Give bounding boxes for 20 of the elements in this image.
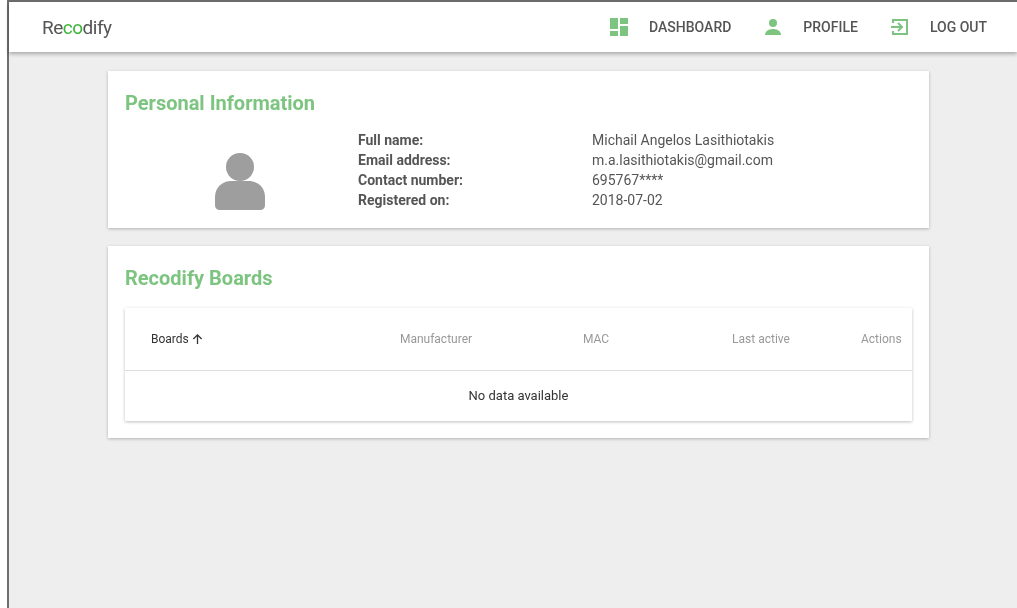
field-label: Registered on: [358, 191, 451, 209]
field-label: Full name: [358, 131, 425, 149]
field-value: 695767**** [592, 171, 665, 189]
field-value: 2018-07-02 [592, 191, 664, 209]
empty-message: No data available [468, 388, 569, 403]
dashboard-icon [609, 17, 630, 37]
field-label: Email address: [358, 151, 452, 169]
field-value: Michail Angelos Lasithiotakis [592, 131, 775, 149]
logo: Recodify [42, 15, 112, 39]
logout-icon [889, 17, 910, 37]
section-title: Personal Information [125, 91, 317, 115]
nav-button[interactable]: DASHBOARD [601, 11, 740, 43]
section-title: Recodify Boards [125, 266, 274, 290]
sort-arrow-icon [191, 333, 203, 345]
field-label: Contact number: [358, 171, 464, 189]
nav-button[interactable]: PROFILE [755, 11, 866, 43]
nav-button[interactable]: LOG OUT [881, 11, 995, 43]
person-icon [763, 17, 784, 37]
field-value: m.a.lasithiotakis@gmail.com [592, 151, 774, 169]
column-header[interactable]: Boards [151, 332, 341, 346]
